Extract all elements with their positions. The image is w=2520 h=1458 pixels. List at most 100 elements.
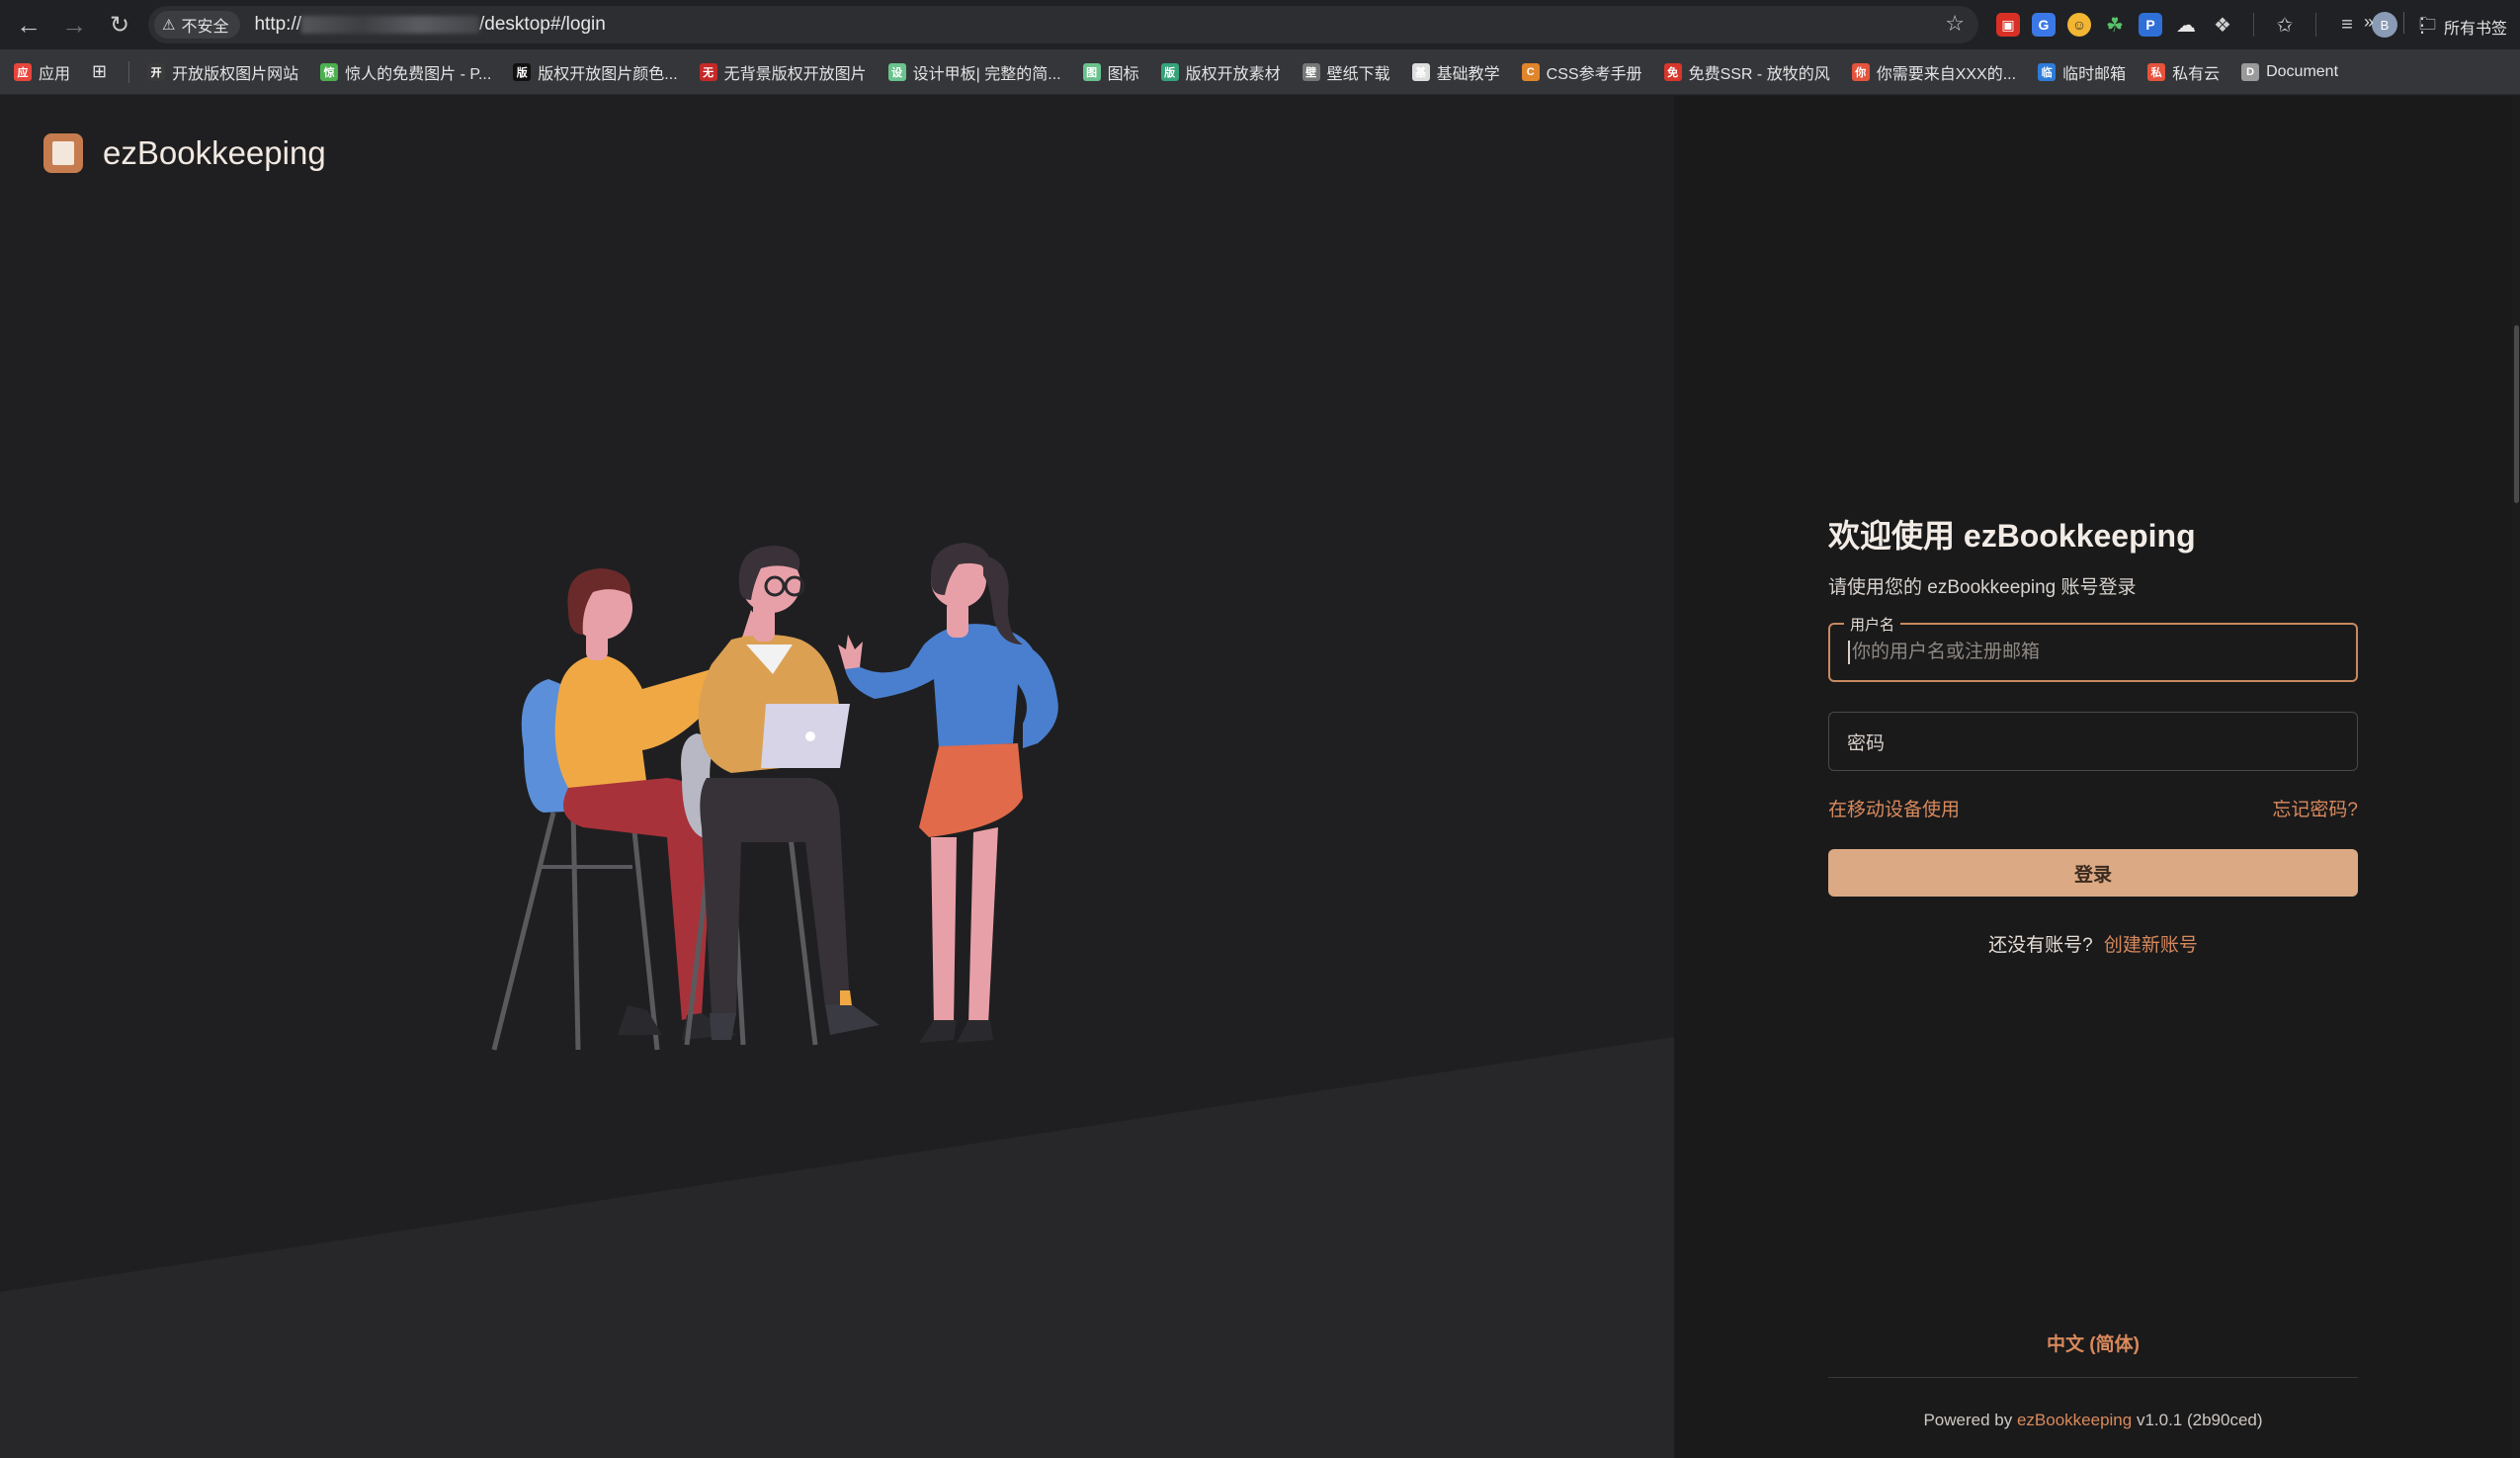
c-favicon-icon: 你: [1851, 62, 1870, 81]
login-links: 在移动设备使用 忘记密码?: [1828, 795, 2358, 821]
p-favicon-icon: 版: [513, 62, 532, 81]
bookmark-item[interactable]: D Document: [2241, 62, 2339, 81]
team-illustration: [491, 543, 1058, 1051]
app-root: ezBookkeeping 欢迎使用 ezBookkeeping 请使用您的 e…: [0, 96, 2520, 1458]
login-subtitle: 请使用您的 ezBookkeeping 账号登录: [1828, 577, 2137, 598]
shield-favicon-icon: 临: [2038, 62, 2057, 81]
bookmark-label: 基础教学: [1436, 65, 1500, 83]
profile-avatar[interactable]: B: [2372, 12, 2397, 38]
bookmark-item[interactable]: 基基础教学: [1411, 60, 1500, 84]
bookmark-label: 无背景版权开放图片: [723, 65, 867, 83]
brand-header: ezBookkeeping: [43, 133, 326, 173]
powered-by-text: Powered by: [1923, 1411, 2013, 1429]
footer-credits: Powered by ezBookkeeping v1.0.1 (2b90ced…: [1828, 1411, 2358, 1430]
language-selector[interactable]: 中文 (简体): [1828, 1329, 2358, 1356]
bookmark-item[interactable]: 图图标: [1082, 60, 1139, 84]
translate-extension-icon[interactable]: G: [2032, 13, 2056, 37]
person-right: [838, 543, 1058, 1043]
bookmark-label: CSS参考手册: [1546, 65, 1642, 83]
favorites-star-icon[interactable]: ✩: [2272, 13, 2298, 38]
brand-logo-icon: [43, 133, 83, 173]
extension-face-icon[interactable]: ☺: [2067, 13, 2091, 37]
bookmark-item[interactable]: 版版权开放素材: [1160, 60, 1281, 84]
url-redacted: [301, 15, 479, 34]
reload-icon[interactable]: ↻: [97, 2, 142, 47]
bookmark-label: 图标: [1107, 65, 1139, 83]
bookmarks-divider: [2403, 12, 2404, 34]
username-field[interactable]: 用户名: [1828, 614, 2358, 682]
extension-cloud-icon[interactable]: ☁: [2174, 13, 2198, 37]
c-favicon-icon: 私: [2147, 62, 2166, 81]
text-caret: [1848, 641, 1850, 664]
forward-arrow-icon[interactable]: →: [51, 2, 97, 47]
bookmark-item[interactable]: 免免费SSR - 放牧的风: [1663, 60, 1830, 84]
scrollbar-thumb[interactable]: [2514, 325, 2519, 503]
tab-groups-grid-icon[interactable]: ⊞: [92, 61, 107, 82]
screen: ← → ↻ ⚠ 不安全 http:// /desktop#/login ☆ ▣ G…: [0, 0, 2520, 1458]
site-favicon-icon: 开: [147, 62, 166, 81]
bookmark-item[interactable]: 开开放版权图片网站: [147, 60, 298, 84]
bookmark-item[interactable]: 版版权开放图片颜色...: [513, 60, 678, 84]
browser-toolbar: ← → ↻ ⚠ 不安全 http:// /desktop#/login ☆ ▣ G…: [0, 0, 2520, 49]
back-arrow-icon[interactable]: ←: [6, 2, 51, 47]
css-favicon-icon: C: [1521, 62, 1540, 81]
all-bookmarks-label: 所有书签: [2444, 20, 2508, 38]
bookmark-item[interactable]: 临临时邮箱: [2038, 60, 2126, 84]
bookmark-item[interactable]: C CSS参考手册: [1521, 60, 1642, 84]
bookmark-item[interactable]: 私私有云: [2147, 60, 2220, 84]
extension-leaf-icon[interactable]: ☘: [2103, 13, 2127, 37]
x-favicon-icon: 基: [1411, 62, 1430, 81]
red-favicon-icon: 无: [699, 62, 717, 81]
signup-row: 还没有账号? 创建新账号: [1828, 930, 2358, 957]
create-account-link[interactable]: 创建新账号: [2104, 935, 2198, 956]
url-suffix: /desktop#/login: [479, 14, 606, 35]
security-label: 不安全: [181, 19, 229, 36]
toolbar-divider: [2315, 13, 2316, 37]
bookmark-star-icon[interactable]: ☆: [1945, 11, 1965, 37]
extension-p-icon[interactable]: P: [2139, 13, 2162, 37]
use-on-mobile-link[interactable]: 在移动设备使用: [1828, 795, 1960, 821]
username-input[interactable]: [1852, 642, 2326, 663]
scrollbar-track[interactable]: [2512, 96, 2520, 1458]
forgot-password-link[interactable]: 忘记密码?: [2272, 795, 2358, 821]
extension-red-icon[interactable]: ▣: [1996, 13, 2020, 37]
bookmark-label: 开放版权图片网站: [172, 65, 299, 83]
illustration-panel: ezBookkeeping: [0, 96, 1674, 1458]
footer-divider: [1828, 1377, 2358, 1378]
bookmark-item[interactable]: 设设计甲板| 完整的简...: [887, 60, 1061, 84]
d-favicon-icon: 图: [1082, 62, 1101, 81]
welcome-title: 欢迎使用 ezBookkeeping: [1828, 518, 2196, 554]
password-field[interactable]: 密码: [1828, 712, 2358, 771]
bookmark-label: 惊人的免费图片 - P...: [345, 65, 492, 83]
bookmark-label: 壁纸下载: [1326, 65, 1390, 83]
bookmark-label: 应用: [39, 65, 71, 83]
password-label: 密码: [1847, 732, 1886, 754]
bookmark-label: 设计甲板| 完整的简...: [912, 65, 1061, 83]
security-chip[interactable]: ⚠ 不安全: [154, 11, 241, 39]
username-label: 用户名: [1844, 614, 1901, 635]
globe-favicon-icon: D: [2241, 62, 2260, 81]
address-bar[interactable]: ⚠ 不安全 http:// /desktop#/login ☆: [148, 6, 1978, 43]
bookmark-label: Document: [2266, 62, 2339, 80]
all-bookmarks-button[interactable]: 🗀 所有书签: [2419, 12, 2507, 41]
brand-name: ezBookkeeping: [103, 134, 326, 171]
reading-list-icon[interactable]: ≡: [2334, 14, 2360, 37]
url-text[interactable]: http:// /desktop#/login: [254, 14, 605, 36]
no-account-text: 还没有账号?: [1988, 935, 2093, 956]
powered-by-link[interactable]: ezBookkeeping: [2017, 1411, 2132, 1429]
d-favicon-icon: 设: [887, 62, 906, 81]
more-bookmarks-icon[interactable]: »: [2364, 12, 2374, 33]
bookmarks-divider: [128, 60, 130, 83]
flag-favicon-icon: 免: [1663, 62, 1682, 81]
version-text: v1.0.1 (2b90ced): [2136, 1411, 2263, 1429]
bookmarks-bar: 应应用 ⊞ 开开放版权图片网站惊惊人的免费图片 - P... 版版权开放图片颜色...…: [0, 49, 2520, 95]
bookmark-item[interactable]: 你你需要来自XXX的...: [1851, 60, 2016, 84]
bookmark-label: 版权开放素材: [1185, 65, 1281, 83]
extensions-puzzle-icon[interactable]: ❖: [2210, 13, 2235, 38]
bookmark-item[interactable]: 壁壁纸下载: [1302, 60, 1390, 84]
login-button[interactable]: 登录: [1828, 849, 2358, 897]
bookmark-item[interactable]: 应应用: [14, 60, 70, 84]
bookmark-item[interactable]: 无无背景版权开放图片: [699, 60, 867, 84]
d-favicon-icon: 版: [1160, 62, 1179, 81]
bookmark-item[interactable]: 惊惊人的免费图片 - P...: [320, 60, 491, 84]
